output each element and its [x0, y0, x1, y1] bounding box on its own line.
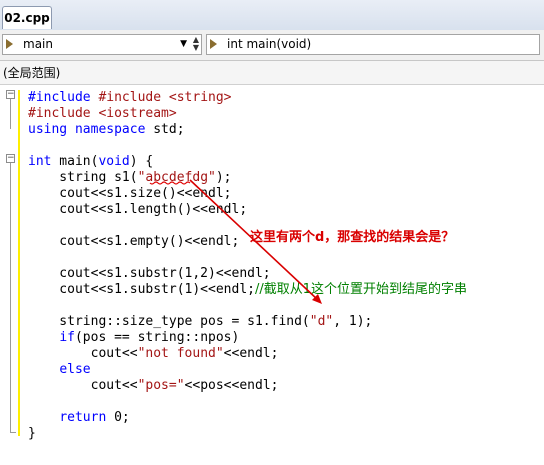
spell-squiggle	[149, 181, 191, 185]
annotation-arrow-line	[189, 179, 319, 301]
annotation-overlay	[149, 179, 322, 304]
